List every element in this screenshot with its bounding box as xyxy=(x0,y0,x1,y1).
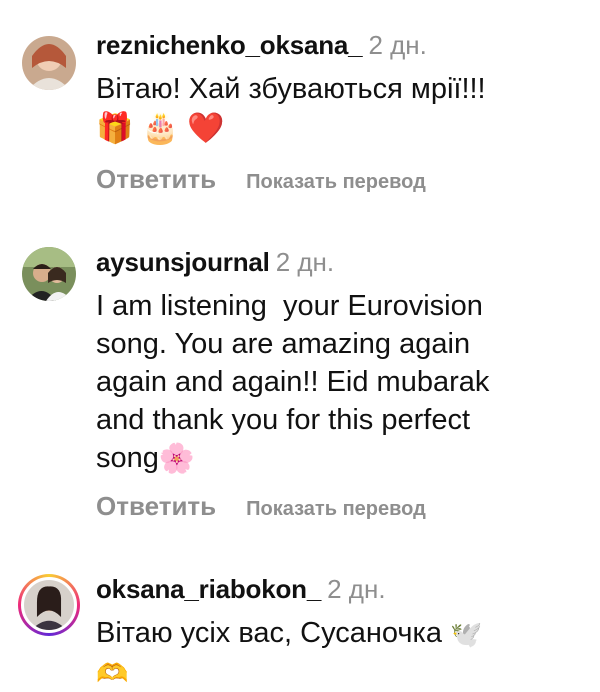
comment-text-line: I am listening your Eurovision xyxy=(96,290,483,322)
comment-text-line: song. You are amazing again xyxy=(96,328,471,360)
username-link[interactable]: reznichenko_oksana_ xyxy=(96,30,363,60)
dove-icon: 🕊️ xyxy=(450,619,483,650)
comment-text: Вітаю! Хай збуваються мрії!!! xyxy=(96,73,486,105)
comment-header: reznichenko_oksana_ 2 дн. xyxy=(96,30,427,61)
heart-hands-icon: 🫶 xyxy=(96,658,129,689)
comment-text-line: song🌸 xyxy=(96,439,536,478)
avatar-with-story-ring[interactable] xyxy=(18,574,80,636)
cake-icon: 🎂 xyxy=(141,112,180,146)
comment-emoji: 🎁 🎂 ❤️ xyxy=(96,110,225,147)
avatar-image-icon xyxy=(22,247,76,301)
username-link[interactable]: aysunsjournal xyxy=(96,247,270,277)
reply-button[interactable]: Ответить xyxy=(96,164,216,194)
comment-header: oksana_riabokon_ 2 дн. xyxy=(96,574,386,605)
comment-header: aysunsjournal 2 дн. xyxy=(96,247,334,278)
reply-button[interactable]: Ответить xyxy=(96,491,216,521)
comment-emoji: 🫶 xyxy=(96,654,128,691)
cherry-blossom-icon: 🌸 xyxy=(158,443,195,476)
username-link[interactable]: oksana_riabokon_ xyxy=(96,574,321,604)
comment-actions: Ответить Показать перевод xyxy=(96,164,426,195)
avatar[interactable] xyxy=(22,247,76,301)
comment-text: Вітаю усіх вас, Сусаночка 🕊️ xyxy=(96,614,576,653)
timestamp: 2 дн. xyxy=(275,247,335,277)
avatar-image-icon xyxy=(24,580,74,630)
heart-icon: ❤️ xyxy=(187,112,225,146)
avatar[interactable] xyxy=(22,36,76,90)
comment-actions: Ответить Показать перевод xyxy=(96,491,426,522)
comment-text-line: again and again!! Eid mubarak xyxy=(96,366,490,398)
gift-icon: 🎁 xyxy=(96,112,134,146)
show-translation-button[interactable]: Показать перевод xyxy=(246,171,426,193)
timestamp: 2 дн. xyxy=(368,30,427,60)
timestamp: 2 дн. xyxy=(327,574,386,604)
avatar-image-icon xyxy=(22,36,76,90)
comment-text: I am listening your Eurovision song. You… xyxy=(96,287,536,478)
comment-text-word: song xyxy=(96,442,159,474)
comment-text-line: and thank you for this perfect xyxy=(96,404,470,436)
comment-text-body: Вітаю усіх вас, Сусаночка xyxy=(96,617,442,649)
show-translation-button[interactable]: Показать перевод xyxy=(246,498,426,520)
